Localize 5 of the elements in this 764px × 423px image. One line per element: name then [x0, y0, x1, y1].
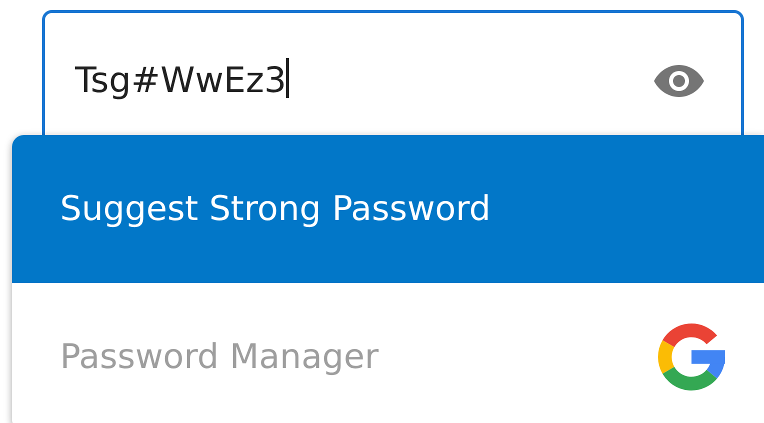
text-cursor	[286, 58, 290, 98]
menu-item[interactable]: Suggest Strong Password	[12, 135, 764, 283]
g-logo-icon	[658, 322, 728, 392]
eye-icon[interactable]	[653, 63, 705, 99]
menu-item[interactable]: Password Manager	[12, 283, 764, 423]
